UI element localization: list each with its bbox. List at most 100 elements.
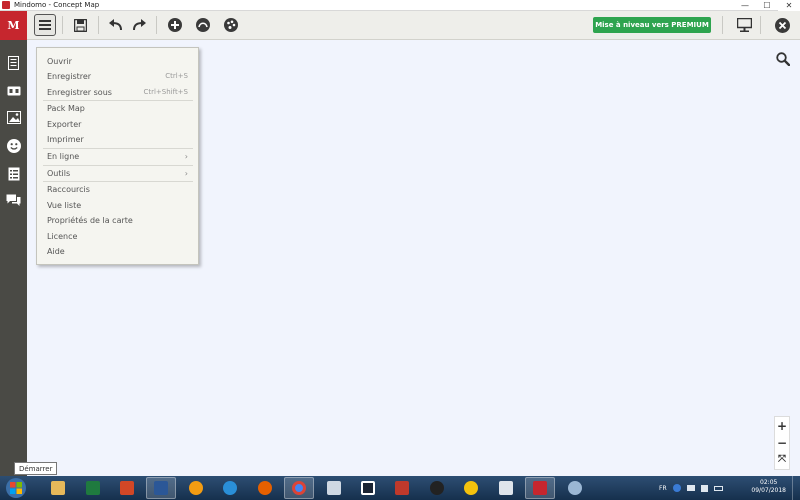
menu-item-help[interactable]: Aide bbox=[37, 244, 198, 258]
comments-panel-button[interactable] bbox=[5, 192, 22, 209]
taskbar-app-word[interactable] bbox=[146, 477, 176, 499]
calculator-icon bbox=[499, 481, 513, 495]
zoom-in-button[interactable]: + bbox=[775, 417, 789, 434]
presentation-button[interactable] bbox=[734, 15, 754, 35]
menu-item-label: Outils bbox=[47, 168, 71, 178]
toolbar-divider bbox=[62, 16, 63, 34]
menu-item-save-as[interactable]: Enregistrer sous Ctrl+Shift+S bbox=[37, 85, 198, 99]
battery-icon[interactable] bbox=[713, 485, 723, 491]
redo-icon bbox=[133, 19, 146, 31]
zoom-controls: + − ⤧ bbox=[774, 416, 790, 470]
network-icon[interactable] bbox=[686, 485, 695, 491]
search-icon bbox=[776, 52, 791, 67]
menu-item-label: Raccourcis bbox=[47, 184, 90, 194]
shortcut-label: Ctrl+S bbox=[165, 72, 188, 80]
clock-date: 09/07/2018 bbox=[751, 487, 786, 494]
taskbar-clock[interactable]: 02:05 09/07/2018 bbox=[751, 479, 786, 495]
start-button[interactable] bbox=[2, 476, 30, 500]
taskbar-app-internet-explorer[interactable] bbox=[215, 477, 245, 499]
taskbar-app-chrome[interactable] bbox=[284, 477, 314, 499]
menu-item-save[interactable]: Enregistrer Ctrl+S bbox=[37, 69, 198, 83]
menu-item-license[interactable]: Licence bbox=[37, 229, 198, 243]
close-window-button[interactable]: ✕ bbox=[778, 0, 800, 11]
menu-item-pack-map[interactable]: Pack Map bbox=[37, 101, 198, 115]
upgrade-premium-button[interactable]: Mise à niveau vers PREMIUM bbox=[593, 17, 711, 33]
menu-item-online[interactable]: En ligne › bbox=[37, 149, 198, 163]
taskbar-app-powerpoint[interactable] bbox=[112, 477, 142, 499]
icons-panel-button[interactable] bbox=[5, 137, 22, 154]
image-panel-button[interactable] bbox=[5, 109, 22, 126]
main-toolbar: M Mise à niveau vers PREMIUM bbox=[0, 11, 800, 40]
undo-button[interactable] bbox=[106, 15, 126, 35]
search-button[interactable] bbox=[776, 52, 792, 68]
menu-item-label: Ouvrir bbox=[47, 56, 72, 66]
document-icon bbox=[327, 481, 341, 495]
windows-taskbar: FR 02:05 09/07/2018 bbox=[0, 476, 800, 500]
fit-to-screen-button[interactable]: ⤧ bbox=[775, 451, 789, 468]
shortcut-label: Ctrl+Shift+S bbox=[143, 88, 188, 96]
plus-circle-icon bbox=[168, 18, 182, 32]
show-desktop-button[interactable] bbox=[792, 476, 800, 500]
undo-icon bbox=[109, 19, 122, 31]
toolbar-divider bbox=[722, 16, 723, 34]
menu-item-list-view[interactable]: Vue liste bbox=[37, 198, 198, 212]
add-topic-button[interactable] bbox=[165, 15, 185, 35]
presentation-icon bbox=[736, 18, 752, 32]
submenu-arrow-icon: › bbox=[184, 151, 188, 161]
menu-item-label: Licence bbox=[47, 231, 78, 241]
taskbar-app-mindomo[interactable] bbox=[525, 477, 555, 499]
hamburger-menu-button[interactable] bbox=[34, 14, 56, 36]
menu-item-label: Pack Map bbox=[47, 103, 85, 113]
window-titlebar: Mindomo - Concept Map — ☐ ✕ bbox=[0, 0, 800, 11]
menu-item-tools[interactable]: Outils › bbox=[37, 166, 198, 180]
menu-item-open[interactable]: Ouvrir bbox=[37, 54, 198, 68]
image-icon bbox=[6, 111, 21, 124]
internet-explorer-icon bbox=[223, 481, 237, 495]
save-button[interactable] bbox=[70, 15, 90, 35]
taskbar-app-media-player[interactable] bbox=[181, 477, 211, 499]
minimize-button[interactable]: — bbox=[734, 0, 756, 11]
language-indicator[interactable]: FR bbox=[659, 485, 667, 492]
close-map-button[interactable] bbox=[772, 15, 792, 35]
taskbar-app-document[interactable] bbox=[319, 477, 349, 499]
volume-icon[interactable] bbox=[700, 484, 708, 492]
taskbar-app-excel[interactable] bbox=[78, 477, 108, 499]
taskbar-app-bracket[interactable] bbox=[353, 477, 383, 499]
help-icon[interactable] bbox=[672, 484, 681, 492]
taskbar-app-calculator[interactable] bbox=[491, 477, 521, 499]
menu-item-label: Enregistrer sous bbox=[47, 87, 112, 97]
menu-item-shortcuts[interactable]: Raccourcis bbox=[37, 182, 198, 196]
taskbar-app-kaspersky[interactable] bbox=[387, 477, 417, 499]
toolbar-divider bbox=[98, 16, 99, 34]
menu-item-map-properties[interactable]: Propriétés de la carte bbox=[37, 213, 198, 227]
hamburger-icon bbox=[39, 20, 51, 30]
toolbar-divider bbox=[760, 16, 761, 34]
taskbar-app-explorer[interactable] bbox=[43, 477, 73, 499]
redo-button[interactable] bbox=[129, 15, 149, 35]
menu-item-label: Propriétés de la carte bbox=[47, 215, 133, 225]
excel-icon bbox=[86, 481, 100, 495]
zoom-out-button[interactable]: − bbox=[775, 434, 789, 451]
kaspersky-icon bbox=[395, 481, 409, 495]
menu-item-label: Vue liste bbox=[47, 200, 82, 210]
taskbar-app-firefox[interactable] bbox=[250, 477, 280, 499]
inkscape-icon bbox=[430, 481, 444, 495]
window-title: Mindomo - Concept Map bbox=[14, 1, 100, 9]
media-player-icon bbox=[189, 481, 203, 495]
maximize-button[interactable]: ☐ bbox=[756, 0, 778, 11]
theme-button[interactable] bbox=[221, 15, 241, 35]
clock-time: 02:05 bbox=[760, 479, 778, 486]
notes-panel-button[interactable] bbox=[5, 54, 22, 71]
tasks-panel-button[interactable] bbox=[5, 165, 22, 182]
taskbar-app-inkscape[interactable] bbox=[422, 477, 452, 499]
menu-item-label: En ligne bbox=[47, 151, 80, 161]
taskbar-app-paint[interactable] bbox=[560, 477, 590, 499]
menu-item-print[interactable]: Imprimer bbox=[37, 132, 198, 146]
menu-item-export[interactable]: Exporter bbox=[37, 117, 198, 131]
mindomo-logo: M bbox=[0, 11, 27, 40]
powerpoint-icon bbox=[120, 481, 134, 495]
taskbar-app-duck[interactable] bbox=[456, 477, 486, 499]
window-controls: — ☐ ✕ bbox=[734, 0, 800, 11]
relationship-button[interactable] bbox=[193, 15, 213, 35]
links-panel-button[interactable] bbox=[5, 82, 22, 99]
